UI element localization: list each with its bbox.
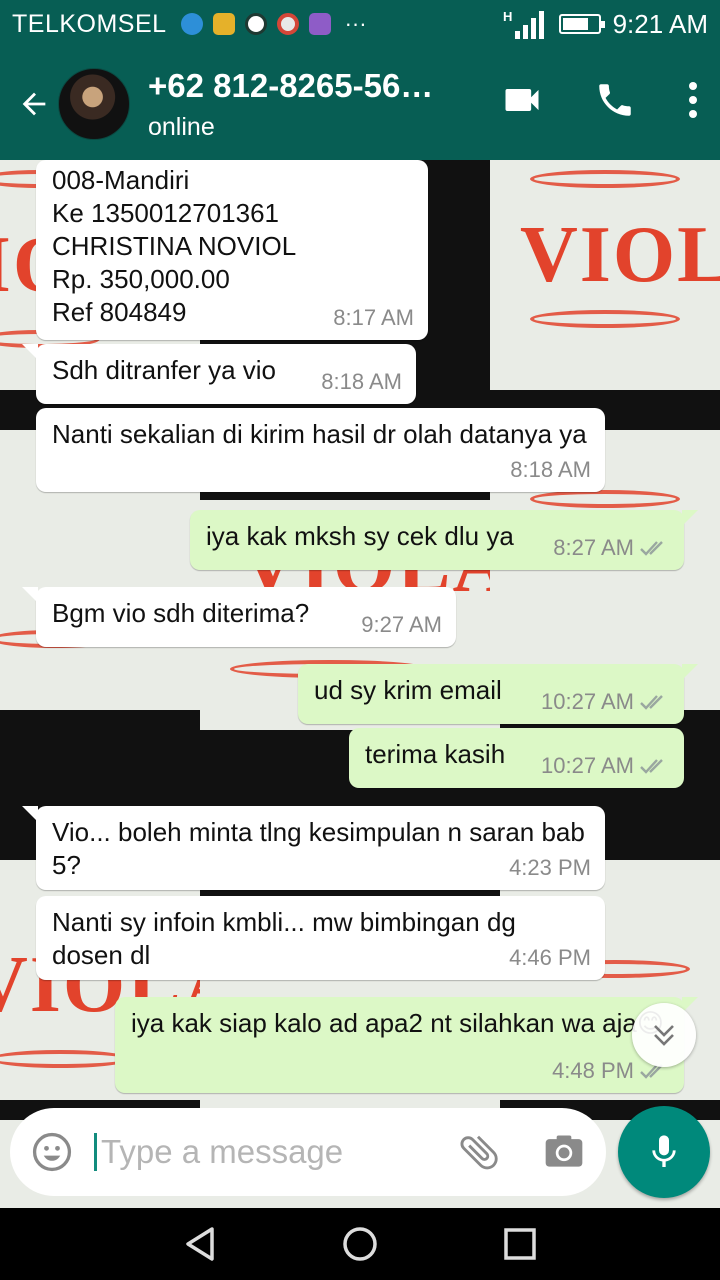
wallpaper-watermark: VIOLA xyxy=(520,211,720,299)
back-arrow-icon[interactable] xyxy=(14,84,54,124)
status-bar: TELKOMSEL ··· H 9:21 AM xyxy=(0,0,720,48)
back-nav-icon[interactable] xyxy=(180,1224,220,1264)
scroll-to-bottom-button[interactable] xyxy=(632,1003,696,1067)
message-outgoing[interactable]: ud sy krim email 10:27 AM xyxy=(298,664,698,724)
read-receipt-icon xyxy=(640,540,663,556)
more-notifications-icon: ··· xyxy=(344,11,367,36)
bbm-icon xyxy=(180,13,203,35)
chevron-double-down-icon xyxy=(654,1025,674,1046)
message-time: 4:23 PM xyxy=(509,855,591,880)
message-incoming[interactable]: Vio... boleh minta tlng kesimpulan n sar… xyxy=(22,806,605,890)
carrier-name: TELKOMSEL xyxy=(12,9,167,38)
recents-nav-icon[interactable] xyxy=(500,1224,540,1264)
presence-status: online xyxy=(148,112,215,141)
message-time: 4:48 PM xyxy=(552,1058,634,1083)
video-call-icon[interactable] xyxy=(500,78,544,122)
contact-name: +62 812-8265-56… xyxy=(148,66,434,104)
message-incoming[interactable]: Nanti sy infoin kmbli... mw bimbingan dg… xyxy=(36,896,605,980)
battery-icon xyxy=(558,14,605,34)
read-receipt-icon xyxy=(640,758,663,774)
message-time: 8:18 AM xyxy=(510,457,591,482)
message-outgoing[interactable]: iya kak siap kalo ad apa2 nt silahkan wa… xyxy=(115,997,698,1093)
voice-message-button[interactable] xyxy=(618,1106,710,1198)
avatar[interactable] xyxy=(58,68,130,140)
clipboard-icon xyxy=(212,13,235,35)
wallpaper-tile: VIOLA xyxy=(490,160,720,390)
contact-info[interactable]: +62 812-8265-56… online xyxy=(148,67,433,142)
gallery-icon xyxy=(308,13,331,35)
home-nav-icon[interactable] xyxy=(340,1224,380,1264)
chat-wallpaper: VIOLA VIOLA VIOLA VIOLA 008-Mandiri Ke 1… xyxy=(0,160,720,1208)
notification-icons: ··· xyxy=(180,11,367,37)
message-time: 10:27 AM xyxy=(541,689,634,714)
message-composer xyxy=(10,1108,606,1196)
message-outgoing[interactable]: iya kak mksh sy cek dlu ya 8:27 AM xyxy=(190,510,698,570)
read-receipt-icon xyxy=(640,694,663,710)
mic-icon xyxy=(652,1135,676,1167)
system-nav-bar xyxy=(0,1208,720,1280)
attach-icon[interactable] xyxy=(456,1129,502,1175)
clock: 9:21 AM xyxy=(612,8,708,39)
message-incoming[interactable]: Bgm vio sdh diterima? 9:27 AM xyxy=(22,587,456,647)
message-time: 9:27 AM xyxy=(361,612,442,637)
camera-icon[interactable] xyxy=(542,1130,586,1174)
message-time: 10:27 AM xyxy=(541,753,634,778)
phone-icon[interactable] xyxy=(594,79,636,121)
message-text: Nanti sekalian di kirim hasil dr olah da… xyxy=(52,419,587,449)
emoji-icon[interactable] xyxy=(30,1130,74,1174)
message-input[interactable] xyxy=(94,1133,424,1171)
message-incoming[interactable]: 008-Mandiri Ke 1350012701361 CHRISTINA N… xyxy=(36,160,428,340)
message-time: 4:46 PM xyxy=(509,945,591,970)
svg-text:H: H xyxy=(503,9,512,24)
message-time: 8:18 AM xyxy=(321,369,402,394)
signal-icon: H xyxy=(503,9,544,39)
message-incoming[interactable]: Nanti sekalian di kirim hasil dr olah da… xyxy=(36,408,605,492)
message-time: 8:27 AM xyxy=(553,535,634,560)
chat-header: +62 812-8265-56… online xyxy=(0,48,720,160)
starbucks-icon xyxy=(244,13,267,35)
more-vert-icon[interactable] xyxy=(686,80,700,120)
message-text: iya kak siap kalo ad apa2 nt silahkan wa… xyxy=(131,1008,664,1038)
message-time: 8:17 AM xyxy=(333,305,414,330)
gmail-icon xyxy=(276,13,299,35)
message-outgoing[interactable]: terima kasih 10:27 AM xyxy=(349,728,684,788)
message-incoming[interactable]: Sdh ditranfer ya vio 8:18 AM xyxy=(22,344,416,404)
